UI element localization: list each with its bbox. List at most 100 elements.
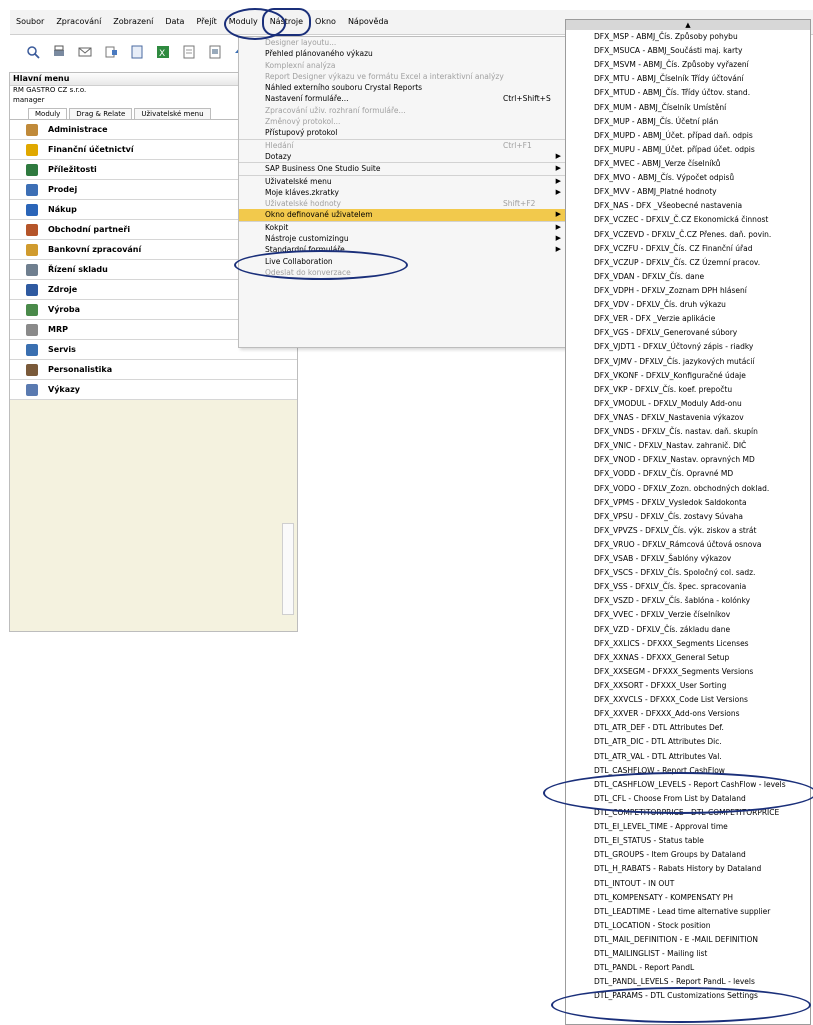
submenu-item[interactable]: DTL_CFL - Choose From List by Dataland bbox=[566, 792, 810, 806]
submenu-item[interactable]: DFX_VZD - DFXLV_Čís. základu dane bbox=[566, 623, 810, 637]
submenu-item[interactable]: DTL_INTOUT - IN OUT bbox=[566, 877, 810, 891]
submenu-item[interactable]: DFX_VSS - DFXLV_Čís. špec. spracovania bbox=[566, 580, 810, 594]
submenu-item[interactable]: DFX_VCZEC - DFXLV_Č.CZ Ekonomická činnos… bbox=[566, 213, 810, 227]
menu-n-pov-da[interactable]: Nápověda bbox=[342, 10, 395, 34]
tools-menu-item[interactable]: Nastavení formuláře... Ctrl+Shift+S bbox=[239, 93, 567, 104]
report-icon[interactable] bbox=[180, 43, 198, 61]
submenu-item[interactable]: DFX_VPVZS - DFXLV_Čís. výk. ziskov a str… bbox=[566, 524, 810, 538]
menu-soubor[interactable]: Soubor bbox=[10, 10, 50, 34]
tab-moduly[interactable]: Moduly bbox=[28, 108, 68, 119]
submenu-item[interactable]: DFX_MTU - ABMJ_Číselník Třídy účtování bbox=[566, 72, 810, 86]
submenu-item[interactable]: DFX_VNDS - DFXLV_Čís. nastav. daň. skupí… bbox=[566, 425, 810, 439]
excel-icon[interactable]: X bbox=[154, 43, 172, 61]
submenu-item[interactable]: DTL_MAILINGLIST - Mailing list bbox=[566, 947, 810, 961]
submenu-item[interactable]: DFX_MSP - ABMJ_Čís. Způsoby pohybu bbox=[566, 30, 810, 44]
submenu-item[interactable]: DFX_VVEC - DFXLV_Verzie číselníkov bbox=[566, 608, 810, 622]
submenu-item[interactable]: DFX_VSZD - DFXLV_Čís. šablóna - kolónky bbox=[566, 594, 810, 608]
submenu-item[interactable]: DTL_PARAMS - DTL Customizations Settings bbox=[566, 989, 810, 1003]
submenu-item[interactable]: DTL_LEADTIME - Lead time alternative sup… bbox=[566, 905, 810, 919]
submenu-item[interactable]: DFX_VSAB - DFXLV_Šablóny výkazov bbox=[566, 552, 810, 566]
menu-okno[interactable]: Okno bbox=[309, 10, 342, 34]
submenu-item[interactable]: DFX_NAS - DFX _Všeobecné nastavenia bbox=[566, 199, 810, 213]
tools-menu-item[interactable]: Přehled plánovaného výkazu bbox=[239, 48, 567, 59]
submenu-item[interactable]: DFX_VCZEVD - DFXLV_Č.CZ Přenes. daň. pov… bbox=[566, 228, 810, 242]
document-icon[interactable] bbox=[128, 43, 146, 61]
submenu-item[interactable]: DTL_H_RABATS - Rabats History by Datalan… bbox=[566, 862, 810, 876]
submenu-item[interactable]: DFX_VNIC - DFXLV_Nastav. zahranič. DIČ bbox=[566, 439, 810, 453]
submenu-item[interactable]: DFX_MVEC - ABMJ_Verze číselníků bbox=[566, 157, 810, 171]
submenu-item[interactable]: DFX_VDV - DFXLV_Čís. druh výkazu bbox=[566, 298, 810, 312]
submenu-item[interactable]: DFX_VPMS - DFXLV_Vysledok Saldokonta bbox=[566, 496, 810, 510]
submenu-item[interactable]: DFX_VRUO - DFXLV_Rámcová účtová osnova bbox=[566, 538, 810, 552]
submenu-item[interactable]: DFX_VJDT1 - DFXLV_Účtovný zápis - riadky bbox=[566, 340, 810, 354]
submenu-item[interactable]: DFX_VODO - DFXLV_Zozn. obchodných doklad… bbox=[566, 482, 810, 496]
submenu-item[interactable]: DFX_VMODUL - DFXLV_Moduly Add-onu bbox=[566, 397, 810, 411]
tools-menu-item[interactable]: Kokpit ▶ bbox=[239, 220, 567, 233]
tools-menu-item[interactable]: Live Collaboration bbox=[239, 256, 567, 267]
tools-menu-item[interactable]: Nástroje customizingu ▶ bbox=[239, 233, 567, 244]
tools-menu-item[interactable]: Přístupový protokol bbox=[239, 127, 567, 138]
tools-menu-item[interactable]: Moje kláves.zkratky ▶ bbox=[239, 187, 567, 198]
tools-menu-item[interactable]: Standardní formuláře ▶ bbox=[239, 244, 567, 255]
search-icon[interactable] bbox=[24, 43, 42, 61]
tools-menu-item[interactable]: Uživatelské menu ▶ bbox=[239, 174, 567, 187]
submenu-item[interactable]: DTL_COMPETITORPRICE - DTL COMPETITORPRIC… bbox=[566, 806, 810, 820]
print-icon[interactable] bbox=[50, 43, 68, 61]
menu-n-stroje[interactable]: Nástroje bbox=[261, 8, 312, 36]
tools-menu-item[interactable]: Dotazy ▶ bbox=[239, 151, 567, 162]
submenu-item[interactable]: DFX_XXVCLS - DFXXX_Code List Versions bbox=[566, 693, 810, 707]
submenu-item[interactable]: DFX_VODD - DFXLV_Čís. Opravné MD bbox=[566, 467, 810, 481]
tools-menu-item[interactable]: Okno definované uživatelem ▶ bbox=[239, 209, 567, 221]
export-icon[interactable] bbox=[102, 43, 120, 61]
menu-data[interactable]: Data bbox=[159, 10, 190, 34]
submenu-item[interactable]: DTL_ATR_DEF - DTL Attributes Def. bbox=[566, 721, 810, 735]
mail-icon[interactable] bbox=[76, 43, 94, 61]
submenu-item[interactable]: DFX_MUPU - ABMJ_Účet. případ účet. odpis bbox=[566, 143, 810, 157]
submenu-item[interactable]: DTL_EI_STATUS - Status table bbox=[566, 834, 810, 848]
submenu-item[interactable]: DFX_XXNAS - DFXXX_General Setup bbox=[566, 651, 810, 665]
tab-user-menu[interactable]: Uživatelské menu bbox=[134, 108, 211, 119]
module-item[interactable]: Personalistika bbox=[10, 360, 297, 380]
tools-menu-item[interactable]: Náhled externího souboru Crystal Reports bbox=[239, 82, 567, 93]
submenu-item[interactable]: DFX_VPSU - DFXLV_Čís. zostavy Súvaha bbox=[566, 510, 810, 524]
submenu-item[interactable]: DTL_ATR_DIC - DTL Attributes Dic. bbox=[566, 735, 810, 749]
submenu-item[interactable]: DFX_MUP - ABMJ_Čís. Účetní plán bbox=[566, 115, 810, 129]
submenu-item[interactable]: DFX_MTUD - ABMJ_Čís. Třídy účtov. stand. bbox=[566, 86, 810, 100]
submenu-scroll-up[interactable]: ▲ bbox=[566, 20, 810, 30]
tab-drag-relate[interactable]: Drag & Relate bbox=[69, 108, 133, 119]
submenu-item[interactable]: DFX_VDAN - DFXLV_Čís. dane bbox=[566, 270, 810, 284]
menu-zobrazen-[interactable]: Zobrazení bbox=[107, 10, 159, 34]
submenu-item[interactable]: DTL_GROUPS - Item Groups by Dataland bbox=[566, 848, 810, 862]
submenu-item[interactable]: DFX_VDPH - DFXLV_Zoznam DPH hlásení bbox=[566, 284, 810, 298]
submenu-item[interactable]: DFX_VSCS - DFXLV_Čís. Spoločný col. sadz… bbox=[566, 566, 810, 580]
submenu-item[interactable]: DTL_MAIL_DEFINITION - E -MAIL DEFINITION bbox=[566, 933, 810, 947]
scrollbar[interactable] bbox=[282, 523, 294, 615]
submenu-item[interactable]: DFX_XXSEGM - DFXXX_Segments Versions bbox=[566, 665, 810, 679]
submenu-item[interactable]: DFX_MSUCA - ABMJ_Součásti maj. karty bbox=[566, 44, 810, 58]
submenu-item[interactable]: DTL_CASHFLOW - Report CashFlow bbox=[566, 764, 810, 778]
submenu-item[interactable]: DFX_VKONF - DFXLV_Konfiguračné údaje bbox=[566, 369, 810, 383]
preview-icon[interactable] bbox=[206, 43, 224, 61]
submenu-item[interactable]: DTL_PANDL - Report PandL bbox=[566, 961, 810, 975]
submenu-item[interactable]: DFX_MVV - ABMJ_Platné hodnoty bbox=[566, 185, 810, 199]
submenu-item[interactable]: DFX_VKP - DFXLV_Čís. koef. prepočtu bbox=[566, 383, 810, 397]
submenu-item[interactable]: DFX_MVO - ABMJ_Čís. Výpočet odpisů bbox=[566, 171, 810, 185]
submenu-item[interactable]: DFX_MUPD - ABMJ_Účet. případ daň. odpis bbox=[566, 129, 810, 143]
submenu-item[interactable]: DFX_VCZFU - DFXLV_Čís. CZ Finanční úřad bbox=[566, 242, 810, 256]
tools-menu-item[interactable]: SAP Business One Studio Suite ▶ bbox=[239, 162, 567, 174]
submenu-item[interactable]: DFX_XXLICS - DFXXX_Segments Licenses bbox=[566, 637, 810, 651]
submenu-item[interactable]: DTL_EI_LEVEL_TIME - Approval time bbox=[566, 820, 810, 834]
submenu-item[interactable]: DFX_VJMV - DFXLV_Čís. jazykových mutácií bbox=[566, 355, 810, 369]
submenu-item[interactable]: DFX_VGS - DFXLV_Generované súbory bbox=[566, 326, 810, 340]
module-item[interactable]: Výkazy bbox=[10, 380, 297, 400]
submenu-item[interactable]: DFX_VNAS - DFXLV_Nastavenia výkazov bbox=[566, 411, 810, 425]
submenu-item[interactable]: DFX_MSVM - ABMJ_Čís. Způsoby vyřazení bbox=[566, 58, 810, 72]
submenu-item[interactable]: DFX_XXSORT - DFXXX_User Sorting bbox=[566, 679, 810, 693]
submenu-item[interactable]: DTL_LOCATION - Stock position bbox=[566, 919, 810, 933]
submenu-item[interactable]: DTL_CASHFLOW_LEVELS - Report CashFlow - … bbox=[566, 778, 810, 792]
submenu-item[interactable]: DFX_VER - DFX _Verzie aplikácie bbox=[566, 312, 810, 326]
menu-p-ej-t[interactable]: Přejít bbox=[190, 10, 222, 34]
submenu-item[interactable]: DTL_KOMPENSATY - KOMPENSATY PH bbox=[566, 891, 810, 905]
submenu-item[interactable]: DFX_MUM - ABMJ_Číselník Umístění bbox=[566, 101, 810, 115]
submenu-item[interactable]: DFX_XXVER - DFXXX_Add-ons Versions bbox=[566, 707, 810, 721]
